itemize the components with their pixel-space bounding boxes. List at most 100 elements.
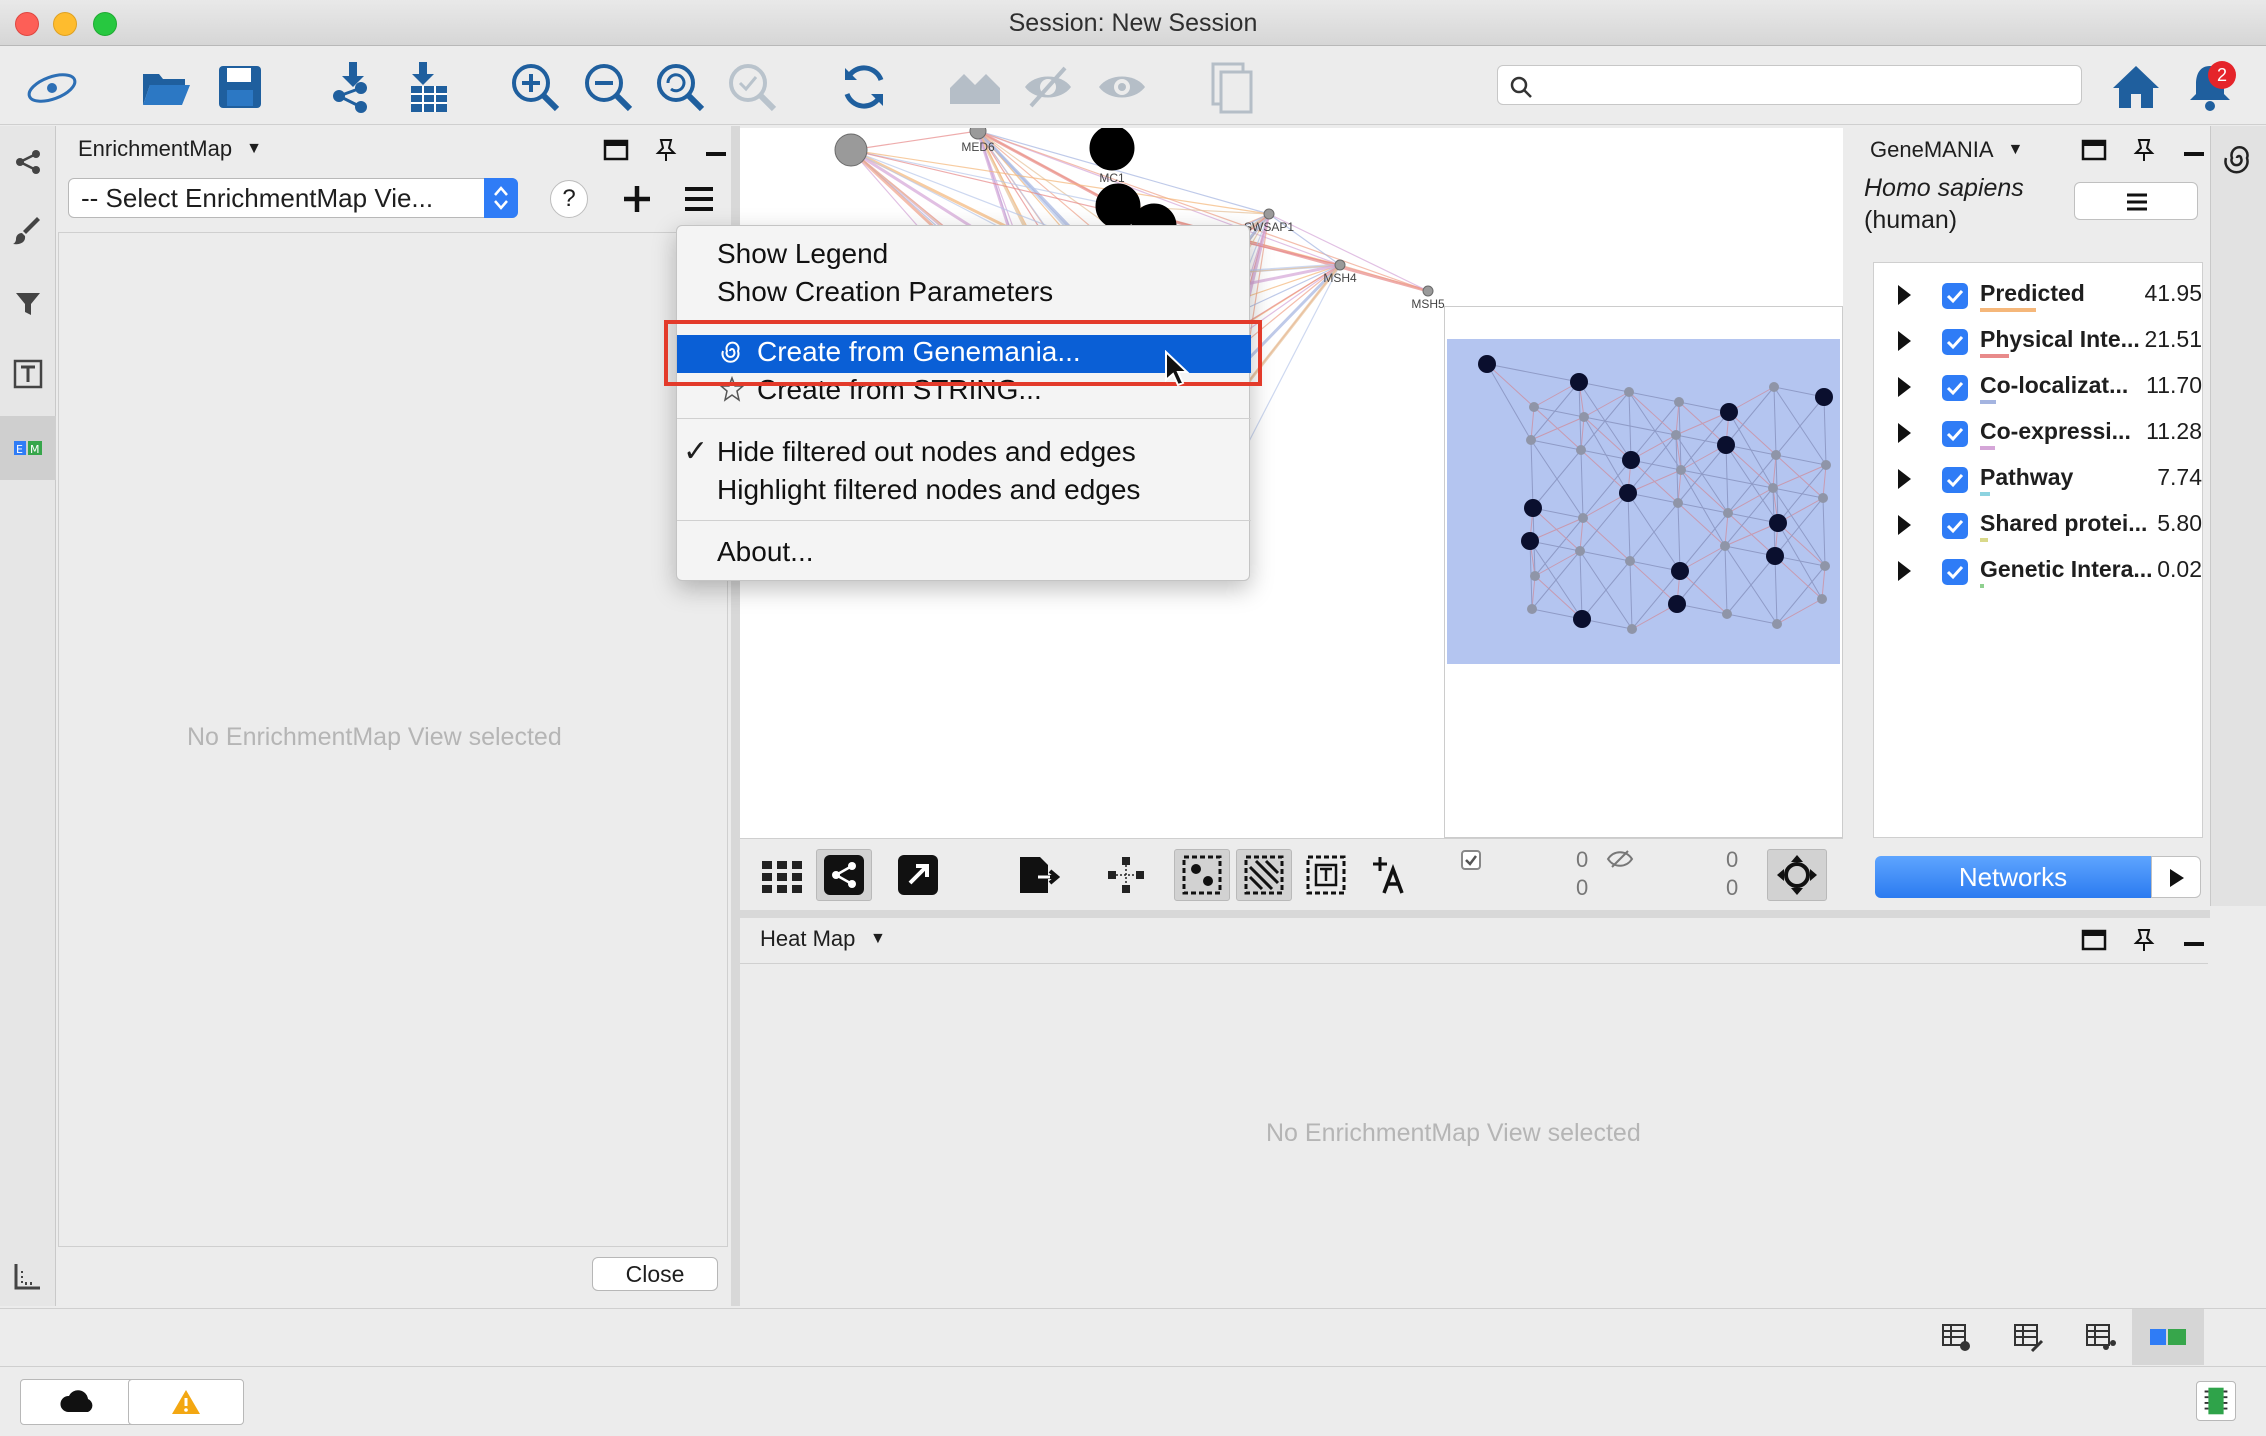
selection-checkbox-icon[interactable] bbox=[1460, 849, 1482, 871]
expand-triangle-icon[interactable] bbox=[1898, 515, 1911, 535]
expand-triangle-icon[interactable] bbox=[1898, 469, 1911, 489]
network-category-row[interactable]: Genetic Intera... 0.02 bbox=[1874, 551, 2204, 595]
menu-item-show-legend[interactable]: Show Legend bbox=[717, 238, 888, 270]
expand-triangle-icon[interactable] bbox=[1898, 377, 1911, 397]
expand-triangle-icon[interactable] bbox=[1898, 561, 1911, 581]
enrichmentmap-view-select[interactable]: -- Select EnrichmentMap Vie... bbox=[68, 178, 518, 218]
network-category-row[interactable]: Predicted 41.95 bbox=[1874, 275, 2204, 319]
minimize-panel-icon[interactable] bbox=[2180, 136, 2208, 164]
heatmap-title[interactable]: Heat Map bbox=[760, 926, 855, 952]
minimize-panel-icon[interactable] bbox=[702, 136, 730, 164]
add-icon[interactable] bbox=[620, 182, 654, 216]
pin-icon[interactable] bbox=[2130, 926, 2158, 954]
network-node[interactable] bbox=[1263, 208, 1275, 220]
save-session-icon[interactable] bbox=[210, 57, 270, 117]
open-session-icon[interactable] bbox=[135, 57, 195, 117]
horizontal-splitter[interactable] bbox=[740, 910, 2210, 918]
category-checkbox[interactable] bbox=[1942, 513, 1968, 539]
category-checkbox[interactable] bbox=[1942, 559, 1968, 585]
grid-view-icon[interactable] bbox=[754, 849, 810, 901]
menu-item-show-creation-parameters[interactable]: Show Creation Parameters bbox=[717, 276, 1053, 308]
network-edge[interactable] bbox=[850, 149, 1119, 207]
category-checkbox[interactable] bbox=[1942, 375, 1968, 401]
enrichmentmap-panel-title[interactable]: EnrichmentMap bbox=[78, 136, 232, 162]
layout-icon[interactable] bbox=[1098, 849, 1154, 901]
import-table-icon[interactable] bbox=[398, 57, 458, 117]
network-category-row[interactable]: Co-localizat... 11.70 bbox=[1874, 367, 2204, 411]
new-network-from-selection-icon[interactable] bbox=[1202, 57, 1262, 117]
import-network-icon[interactable] bbox=[322, 57, 382, 117]
category-checkbox[interactable] bbox=[1942, 467, 1968, 493]
network-node[interactable] bbox=[1334, 259, 1346, 271]
refresh-icon[interactable] bbox=[834, 57, 894, 117]
genemania-panel-title[interactable]: GeneMANIA bbox=[1870, 137, 1994, 163]
zoom-selected-icon[interactable] bbox=[722, 57, 782, 117]
help-button[interactable]: ? bbox=[550, 180, 588, 218]
annotation-text-icon[interactable] bbox=[0, 342, 56, 406]
float-window-icon[interactable] bbox=[2080, 926, 2108, 954]
menu-item-hide-filtered[interactable]: Hide filtered out nodes and edges bbox=[717, 436, 1136, 468]
network-overview-panel[interactable] bbox=[1444, 306, 1843, 838]
float-window-icon[interactable] bbox=[2080, 136, 2108, 164]
networks-play-button[interactable] bbox=[2151, 856, 2201, 898]
zoom-fit-icon[interactable] bbox=[650, 57, 710, 117]
cytoscape-logo-icon[interactable] bbox=[22, 57, 82, 117]
label-font-icon[interactable] bbox=[1360, 849, 1416, 901]
network-category-row[interactable]: Shared protei... 5.80 bbox=[1874, 505, 2204, 549]
enrichmentmap-table-tab[interactable] bbox=[2132, 1309, 2204, 1365]
enrichmentmap-tab-icon[interactable]: EM bbox=[0, 416, 56, 480]
minimize-panel-icon[interactable] bbox=[2180, 926, 2208, 954]
network-category-row[interactable]: Co-expressi... 11.28 bbox=[1874, 413, 2204, 457]
cloud-button[interactable] bbox=[20, 1379, 136, 1425]
select-annotations-icon[interactable] bbox=[1298, 849, 1354, 901]
style-brush-icon[interactable] bbox=[0, 200, 56, 264]
pin-icon[interactable] bbox=[652, 136, 680, 164]
chevron-down-icon[interactable]: ▼ bbox=[2008, 141, 2024, 159]
chevron-down-icon[interactable]: ▼ bbox=[246, 140, 262, 158]
edge-table-icon[interactable] bbox=[2012, 1321, 2044, 1353]
network-table-icon[interactable] bbox=[2084, 1321, 2116, 1353]
select-edges-icon[interactable] bbox=[1236, 849, 1292, 901]
expand-triangle-icon[interactable] bbox=[1898, 331, 1911, 351]
export-icon[interactable] bbox=[1010, 849, 1066, 901]
network-node[interactable] bbox=[1089, 128, 1135, 171]
select-nodes-icon[interactable] bbox=[1174, 849, 1230, 901]
node-table-icon[interactable] bbox=[1940, 1321, 1972, 1353]
overview-viewport[interactable] bbox=[1447, 339, 1840, 664]
menu-item-highlight-filtered[interactable]: Highlight filtered nodes and edges bbox=[717, 474, 1140, 506]
networks-button[interactable]: Networks bbox=[1875, 856, 2151, 898]
zoom-out-icon[interactable] bbox=[578, 57, 638, 117]
network-edge[interactable] bbox=[850, 130, 979, 151]
home-network-icon[interactable] bbox=[945, 57, 1005, 117]
filter-icon[interactable] bbox=[0, 272, 56, 336]
category-checkbox[interactable] bbox=[1942, 283, 1968, 309]
close-button[interactable]: Close bbox=[592, 1257, 718, 1291]
ruler-icon[interactable] bbox=[0, 1244, 56, 1308]
pin-icon[interactable] bbox=[2130, 136, 2158, 164]
expand-triangle-icon[interactable] bbox=[1898, 285, 1911, 305]
genemania-spiral-icon[interactable] bbox=[2223, 142, 2255, 174]
genemania-menu-button[interactable] bbox=[2074, 182, 2198, 220]
network-view-icon[interactable] bbox=[816, 849, 872, 901]
hide-icon[interactable] bbox=[1018, 57, 1078, 117]
show-icon[interactable] bbox=[1092, 57, 1152, 117]
home-icon[interactable] bbox=[2106, 57, 2166, 117]
notifications-bell-icon[interactable]: 2 bbox=[2180, 57, 2240, 117]
network-category-row[interactable]: Physical Inte... 21.51 bbox=[1874, 321, 2204, 365]
network-node[interactable] bbox=[834, 133, 868, 167]
category-checkbox[interactable] bbox=[1942, 329, 1968, 355]
network-category-row[interactable]: Pathway 7.74 bbox=[1874, 459, 2204, 503]
detach-view-icon[interactable] bbox=[890, 849, 946, 901]
float-window-icon[interactable] bbox=[602, 136, 630, 164]
chevron-down-icon[interactable]: ▼ bbox=[870, 930, 886, 948]
network-node[interactable] bbox=[969, 128, 987, 140]
network-tab-icon[interactable] bbox=[0, 130, 56, 194]
search-input[interactable] bbox=[1497, 65, 2082, 105]
memory-status-button[interactable] bbox=[2196, 1381, 2236, 1421]
expand-triangle-icon[interactable] bbox=[1898, 423, 1911, 443]
zoom-in-icon[interactable] bbox=[505, 57, 565, 117]
pan-crosshair-icon[interactable] bbox=[1767, 849, 1827, 901]
menu-item-about[interactable]: About... bbox=[717, 536, 814, 568]
warnings-button[interactable] bbox=[128, 1379, 244, 1425]
hamburger-menu-icon[interactable] bbox=[682, 182, 716, 216]
